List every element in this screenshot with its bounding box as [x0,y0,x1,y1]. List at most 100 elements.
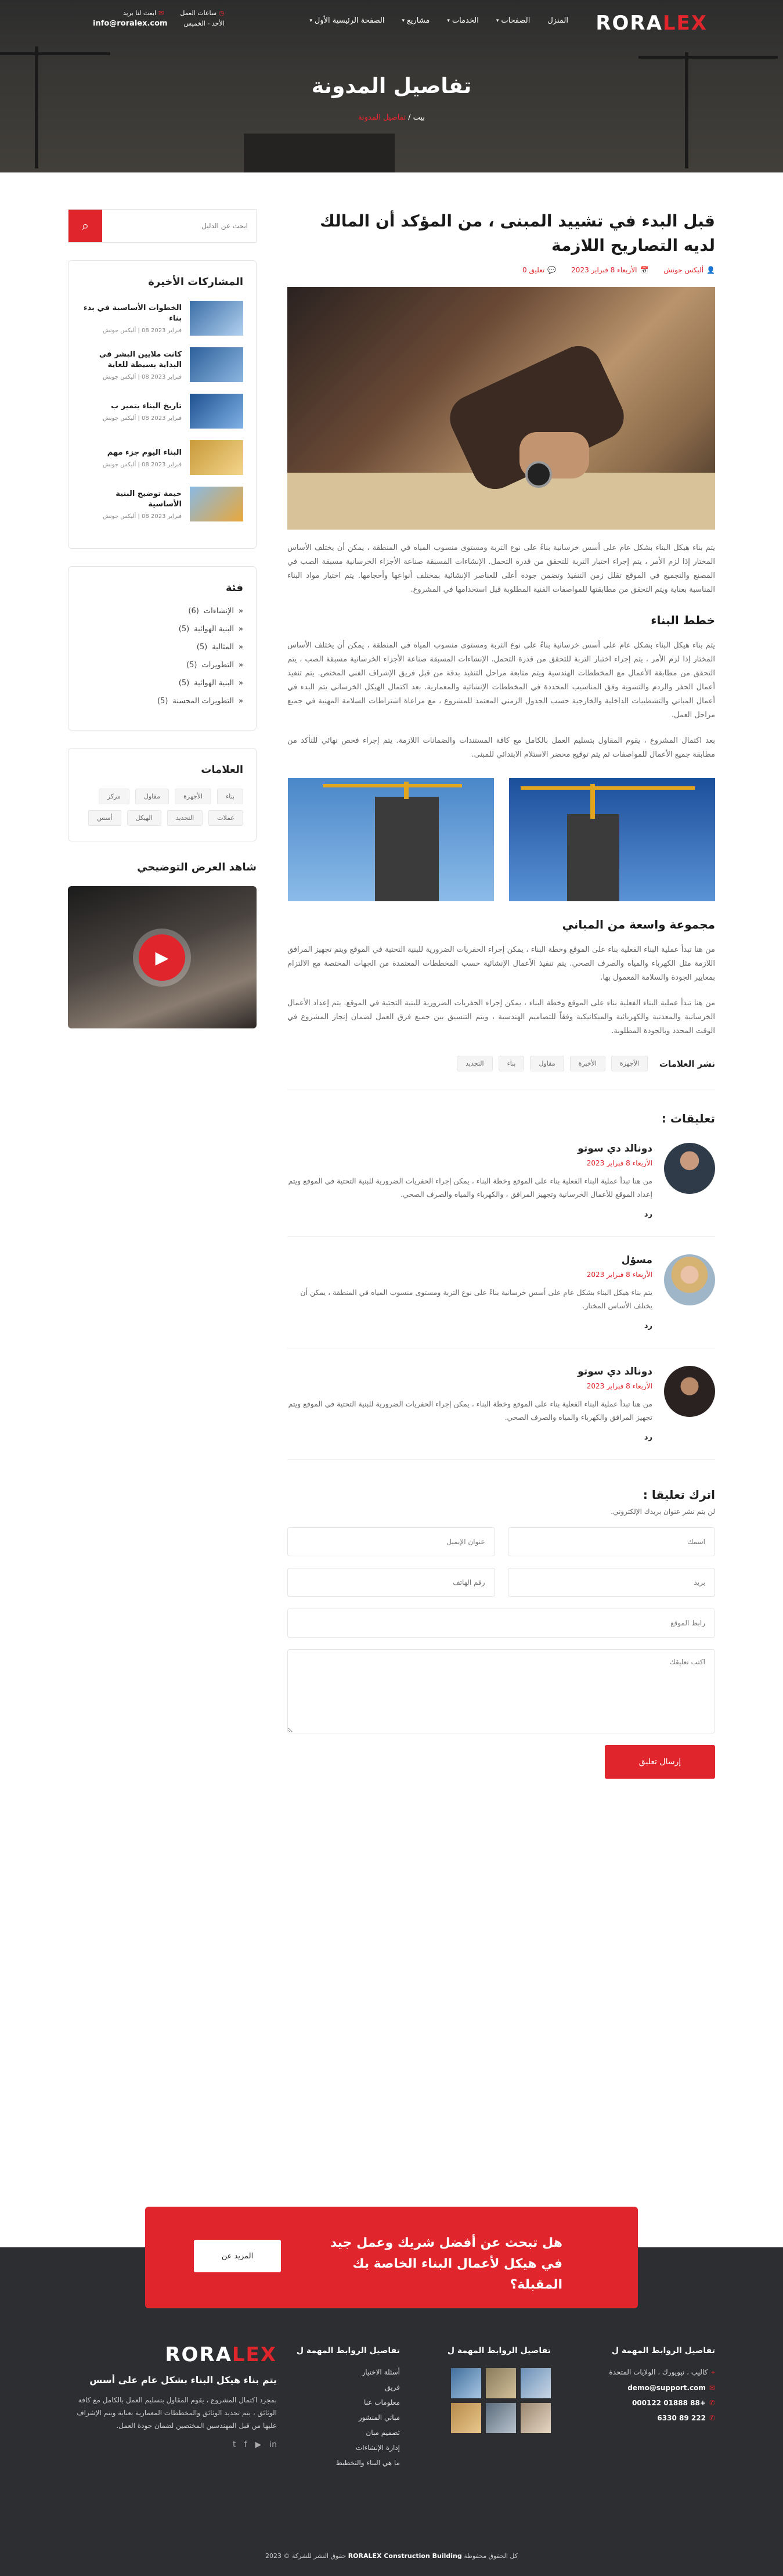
post-paragraph: يتم بناء هيكل البناء بشكل عام على أسس خر… [287,544,715,594]
search-input[interactable] [102,210,256,242]
website-field[interactable] [287,1609,715,1638]
breadcrumb-home[interactable]: بيت [413,113,425,122]
comment-item: دونالد دي سوتو الأربعاء 8 فبراير 2023 من… [287,1143,715,1237]
gallery-thumb[interactable] [451,2368,481,2398]
footer-heading: تفاصيل الروابط المهمة ل [296,2346,400,2355]
footer-link[interactable]: إدارة الإنشاءات [295,2444,400,2452]
reply-button[interactable]: رد [287,1433,652,1442]
footer-link[interactable]: فريق [295,2383,400,2391]
submit-comment-button[interactable]: إرسال تعليق [605,1745,715,1779]
tag-link[interactable]: مقاول [135,789,169,804]
tag-link[interactable]: الأخيرة [569,1056,605,1071]
subject-field[interactable] [507,1568,715,1597]
gallery-thumb[interactable] [486,2368,516,2398]
recent-post-thumb [190,301,243,336]
recent-post-title[interactable]: خيمة توضيح البنية الأساسية [81,489,182,510]
post-content: قبل البدء في تشييد المبنى ، من المؤكد أن… [287,209,715,1779]
tag-link[interactable]: الأجهزة [611,1056,648,1071]
reply-button[interactable]: رد [287,1322,652,1330]
video-thumbnail[interactable]: ▶ [68,886,257,1028]
category-link[interactable]: «التطويرات المحسنة (5) [81,697,243,706]
tag-link[interactable]: عملات [208,810,243,826]
recent-post-item[interactable]: خيمة توضيح البنية الأساسية فبراير 2023 08… [81,487,243,521]
gallery-thumb[interactable] [451,2403,481,2433]
nav-item-pages[interactable]: الصفحات ▾ [496,16,531,25]
name-field[interactable] [507,1527,715,1556]
category-link[interactable]: «البنية الهوائية (5) [81,625,243,634]
recent-post-title[interactable]: تاريخ البناء يتميز ب [103,401,182,412]
widget-title: فئة [225,582,243,594]
linkedin-icon[interactable]: in [269,2440,277,2449]
youtube-icon[interactable]: ▶ [255,2440,261,2449]
tag-link[interactable]: أسس [88,810,121,826]
gallery-thumb[interactable] [521,2368,551,2398]
recent-post-item[interactable]: البناء اليوم جزء مهم فبراير 2023 08 | ألي… [81,440,243,475]
avatar [664,1366,715,1417]
comment-text: من هنا تبدأ عملية البناء الفعلية بناء عل… [288,1177,652,1199]
footer-link[interactable]: أسئلة الاختيار [295,2368,400,2376]
category-link[interactable]: «الإنشاءات (6) [81,607,243,616]
recent-post-item[interactable]: كانت ملايين البشر في البداية بسيطة للغاي… [81,347,243,382]
footer-logo[interactable]: RORALEX [68,2343,277,2366]
footer-link[interactable]: تصميم مبان [295,2429,400,2437]
category-link[interactable]: «التطويرات (5) [81,661,243,670]
recent-post-date: فبراير 2023 08 | أليكس جونش [103,327,182,334]
tag-link[interactable]: مقاول [530,1056,564,1071]
double-chevron-icon: « [239,679,243,688]
footer-link[interactable]: ما هي البناء والتخطيط [295,2459,400,2467]
post-paragraph: يتم بناء هيكل البناء بشكل عام على أسس خر… [287,641,715,719]
main-menu: المنزل الصفحات ▾ الخدمات ▾ مشاريع ▾ الصفحة … [309,16,568,25]
footer-link[interactable]: معلومات عنا [295,2398,400,2406]
cta-text: هل تبحث عن أفضل شريك وعمل جيد في هيكل لأ… [330,2236,562,2292]
gallery-thumb[interactable] [486,2403,516,2433]
reply-button[interactable]: رد [287,1210,652,1219]
double-chevron-icon: « [239,643,243,652]
post-comments[interactable]: 💬تعليق 0 [522,266,556,274]
comment-icon: 💬 [547,266,557,274]
calendar-icon: 📅 [640,266,649,274]
recent-post-title[interactable]: البناء اليوم جزء مهم [103,448,182,458]
twitter-icon[interactable]: t [233,2440,236,2449]
nav-item-services[interactable]: الخدمات ▾ [447,16,478,25]
play-button[interactable]: ▶ [139,934,185,981]
tag-link[interactable]: التجديد [457,1056,493,1071]
tag-link[interactable]: التجديد [167,810,203,826]
nav-item-projects[interactable]: مشاريع ▾ [402,16,430,25]
search-button[interactable]: ⌕ [68,210,102,242]
cta-button[interactable]: المزيد عن [194,2240,281,2272]
post-date: 📅الأربعاء 8 فبراير 2023 [571,266,649,274]
gallery-image-crane [509,778,715,901]
tag-link[interactable]: بناء [217,789,243,804]
double-chevron-icon: « [239,661,243,670]
tag-link[interactable]: الأجهزة [175,789,212,804]
tag-link[interactable]: الهيكل [127,810,161,826]
site-logo[interactable]: RORALEX [596,12,708,35]
recent-post-title[interactable]: كانت ملايين البشر في البداية بسيطة للغاي… [81,350,182,370]
tag-link[interactable]: مركز [98,789,129,804]
post-author[interactable]: 👤أليكس جونش [663,266,715,274]
search-icon: ⌕ [81,218,89,233]
comment-author: دونالد دي سوتو [578,1143,652,1154]
footer-phone-2[interactable]: 222 89 6330 [657,2414,706,2422]
nav-item-home[interactable]: المنزل [547,16,568,25]
facebook-icon[interactable]: f [244,2440,247,2449]
email-link[interactable]: info@roralex.com [93,19,168,29]
hours-value: الأحد - الخميس [183,20,225,27]
footer-phone[interactable]: +88 01888 000122 [632,2399,706,2407]
email-field[interactable] [287,1527,495,1556]
footer-link[interactable]: مباني المنشور [295,2413,400,2422]
gallery-thumb[interactable] [521,2403,551,2433]
tag-link[interactable]: بناء [498,1056,525,1071]
message-field[interactable] [287,1649,715,1733]
footer-email[interactable]: demo@support.com [627,2384,706,2392]
phone-field[interactable] [287,1568,495,1597]
mail-icon: ✉ [709,2384,715,2392]
recent-post-item[interactable]: الخطوات الأساسية في بدء بناء فبراير 2023 … [81,301,243,336]
nav-item-home-first[interactable]: الصفحة الرئيسية الأول ▾ [309,16,384,25]
recent-post-item[interactable]: تاريخ البناء يتميز ب فبراير 2023 08 | ألي… [81,394,243,429]
double-chevron-icon: « [239,607,243,616]
category-link[interactable]: «المثالية (5) [81,643,243,652]
recent-post-title[interactable]: الخطوات الأساسية في بدء بناء [81,303,182,324]
category-link[interactable]: «البنية الهوائية (5) [81,679,243,688]
chevron-down-icon: ▾ [402,17,405,24]
